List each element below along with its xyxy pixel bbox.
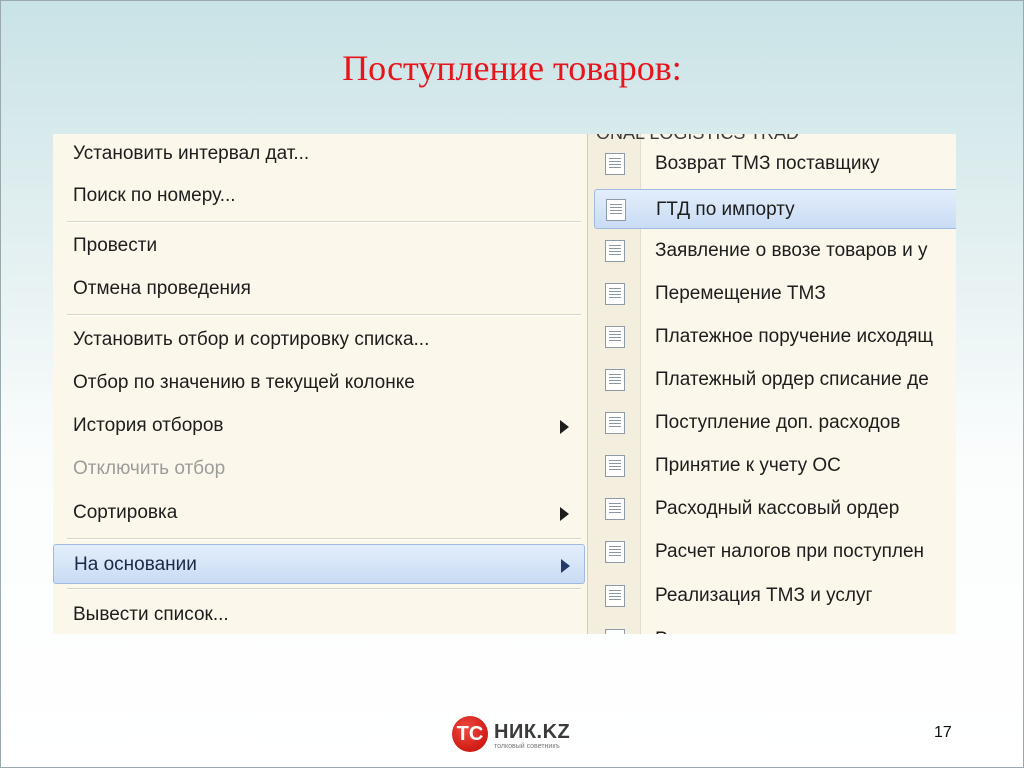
document-icon — [605, 498, 625, 520]
menu-item-label: Установить отбор и сортировку списка... — [73, 329, 430, 350]
menu-item-search-by-number[interactable]: Поиск по номеру... — [53, 176, 583, 216]
submenu-item-return-to-supplier[interactable]: Возврат ТМЗ поставщику — [588, 144, 956, 184]
document-icon — [605, 585, 625, 607]
menu-item-label: Отмена проведения — [73, 278, 251, 299]
submenu-item-label: Принятие к учету ОС — [655, 455, 841, 476]
document-icon — [605, 369, 625, 391]
page-number: 17 — [934, 724, 952, 741]
embedded-screenshot: Установить интервал дат... Поиск по номе… — [53, 134, 956, 634]
menu-item-set-date-interval[interactable]: Установить интервал дат... — [53, 134, 583, 174]
menu-item-label: Провести — [73, 235, 158, 256]
based-on-submenu: ONAL LOGISTICS TRAD Возврат ТМЗ поставщи… — [587, 134, 956, 634]
document-icon — [605, 326, 625, 348]
document-icon — [605, 541, 625, 563]
menu-item-sorting[interactable]: Сортировка — [53, 493, 583, 533]
menu-item-label: Поиск по номеру... — [73, 185, 236, 206]
submenu-item-label: Расчет налогов при поступлен — [655, 541, 925, 562]
menu-item-label: Сортировка — [73, 502, 178, 523]
submenu-item-label: Платежное поручение исходящ — [655, 326, 934, 347]
submenu-item-outgoing-payment-order[interactable]: Платежное поручение исходящ — [588, 317, 956, 357]
submenu-arrow-icon — [561, 559, 570, 573]
menu-item-filter-history[interactable]: История отборов — [53, 406, 583, 446]
menu-item-label: Отключить отбор — [73, 458, 226, 479]
document-icon — [605, 412, 625, 434]
menu-item-post[interactable]: Провести — [53, 226, 583, 266]
submenu-item-label: Реализация ТМЗ и услуг — [655, 585, 873, 606]
menu-item-label: История отборов — [73, 415, 224, 436]
menu-separator — [67, 588, 581, 590]
submenu-item-clipped[interactable]: Р — [588, 620, 956, 634]
submenu-item-cash-expense-order[interactable]: Расходный кассовый ордер — [588, 489, 956, 529]
submenu-item-tax-calculation[interactable]: Расчет налогов при поступлен — [588, 532, 956, 572]
document-icon — [605, 455, 625, 477]
logo-tagline: толковый советникъ — [494, 743, 560, 750]
menu-item-label: Отбор по значению в текущей колонке — [73, 372, 415, 393]
submenu-arrow-icon — [560, 420, 569, 434]
submenu-item-label: Перемещение ТМЗ — [655, 283, 826, 304]
submenu-item-label: Возврат ТМЗ поставщику — [655, 153, 880, 174]
menu-item-cancel-posting[interactable]: Отмена проведения — [53, 269, 583, 309]
menu-item-set-filter-and-sort[interactable]: Установить отбор и сортировку списка... — [53, 320, 583, 360]
menu-separator — [67, 221, 581, 223]
submenu-item-label: Платежный ордер списание де — [655, 369, 929, 390]
submenu-item-label: ГТД по импорту — [656, 199, 795, 220]
menu-item-output-list[interactable]: Вывести список... — [53, 595, 583, 634]
company-logo: TC НИК.KZ толковый советникъ — [452, 716, 582, 752]
menu-item-filter-by-current-column[interactable]: Отбор по значению в текущей колонке — [53, 363, 583, 403]
logo-text: НИК.KZ — [494, 721, 571, 743]
document-icon — [605, 629, 625, 634]
submenu-item-fixed-asset-acceptance[interactable]: Принятие к учету ОС — [588, 446, 956, 486]
submenu-item-additional-expenses[interactable]: Поступление доп. расходов — [588, 403, 956, 443]
submenu-item-customs-declaration-import[interactable]: ГТД по импорту — [594, 189, 956, 229]
submenu-item-label: Поступление доп. расходов — [655, 412, 901, 433]
menu-separator — [67, 314, 581, 316]
context-menu: Установить интервал дат... Поиск по номе… — [53, 134, 587, 634]
document-icon — [605, 153, 625, 175]
submenu-arrow-icon — [560, 507, 569, 521]
submenu-item-label: Расходный кассовый ордер — [655, 498, 900, 519]
submenu-item-sales-of-goods-services[interactable]: Реализация ТМЗ и услуг — [588, 576, 956, 616]
menu-item-based-on[interactable]: На основании — [53, 544, 585, 584]
logo-mark: TC — [452, 716, 488, 752]
document-icon — [605, 283, 625, 305]
menu-item-label: Вывести список... — [73, 604, 229, 625]
menu-separator — [67, 538, 581, 540]
menu-item-disable-filter: Отключить отбор — [53, 449, 583, 489]
slide-title: Поступление товаров: — [342, 48, 682, 88]
submenu-clipped-header: ONAL LOGISTICS TRAD — [596, 134, 799, 144]
submenu-item-label: Р — [655, 620, 668, 634]
submenu-item-inventory-transfer[interactable]: Перемещение ТМЗ — [588, 274, 956, 314]
submenu-item-label: Заявление о ввозе товаров и у — [655, 240, 928, 261]
document-icon — [606, 199, 626, 221]
menu-item-label: На основании — [74, 554, 197, 575]
submenu-item-import-declaration[interactable]: Заявление о ввозе товаров и у — [588, 231, 956, 271]
menu-item-label: Установить интервал дат... — [73, 143, 310, 164]
document-icon — [605, 240, 625, 262]
submenu-item-payment-writeoff-order[interactable]: Платежный ордер списание де — [588, 360, 956, 400]
